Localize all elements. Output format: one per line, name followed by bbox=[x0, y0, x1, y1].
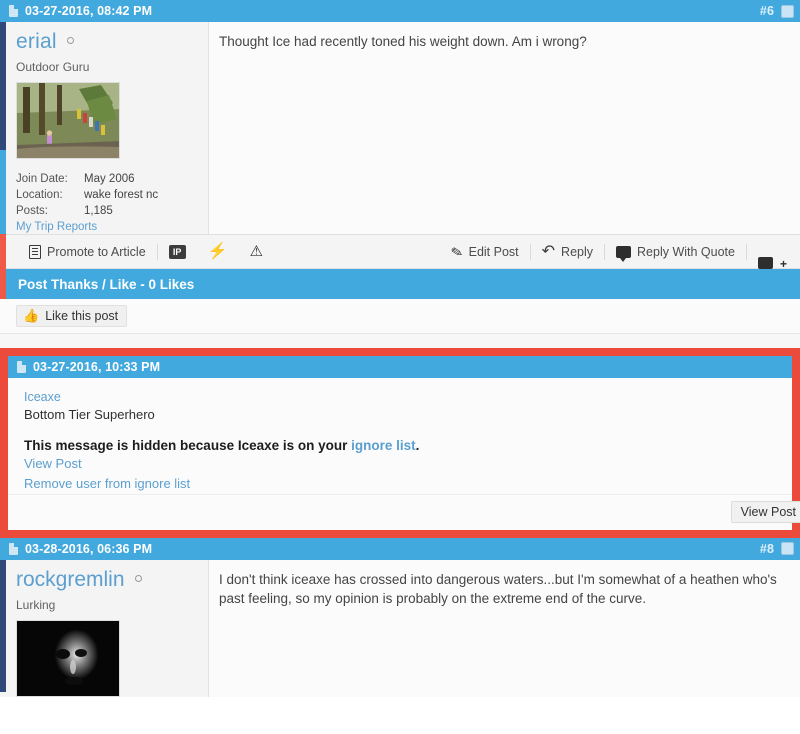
stat-key: Posts: bbox=[16, 205, 48, 218]
post-body-8: rockgremlin Lurking I don't think iceaxe… bbox=[0, 559, 800, 697]
stat-key: Join Date: bbox=[16, 173, 68, 186]
post-number[interactable]: #8 bbox=[760, 542, 774, 556]
post-body-6: erial Outdoor Guru Join Date: May 2006 L… bbox=[0, 22, 800, 234]
avatar[interactable] bbox=[16, 619, 120, 697]
user-rank: Lurking bbox=[16, 597, 56, 612]
lightning-bolt-icon: ⚡ bbox=[207, 242, 228, 260]
ignored-message-suffix: . bbox=[415, 437, 420, 453]
ip-icon: IP bbox=[168, 244, 186, 259]
reply-with-quote-button[interactable]: Reply With Quote bbox=[605, 234, 746, 269]
post-document-icon bbox=[9, 542, 18, 555]
avatar-image bbox=[17, 83, 119, 159]
stat-value: wake forest nc bbox=[84, 189, 159, 202]
forum-thread-page: 03-27-2016, 08:42 PM #6 erial Outdoor Gu… bbox=[0, 0, 800, 734]
remove-user-from-ignore-list-link[interactable]: Remove user from ignore list bbox=[24, 474, 792, 494]
my-trip-reports-link[interactable]: My Trip Reports bbox=[16, 221, 208, 233]
post-header-ignored: 03-27-2016, 10:33 PM bbox=[8, 356, 792, 378]
post-select-checkbox[interactable] bbox=[781, 4, 794, 18]
user-panel-navy-stripe bbox=[0, 22, 6, 150]
reply-with-quote-label: Reply With Quote bbox=[637, 244, 735, 259]
ignored-user-info: Iceaxe Bottom Tier Superhero bbox=[8, 378, 792, 424]
post-document-icon bbox=[9, 5, 18, 17]
stat-row: Posts: 1,185 bbox=[16, 203, 208, 219]
stat-row: Join Date: May 2006 bbox=[16, 171, 208, 187]
pencil-icon: ✎ bbox=[449, 242, 465, 261]
like-this-post-button[interactable]: 👍 Like this post bbox=[16, 305, 128, 327]
ignore-list-link[interactable]: ignore list bbox=[351, 438, 416, 453]
promote-to-article-button[interactable]: Promote to Article bbox=[18, 234, 157, 269]
likes-accent-stripe bbox=[0, 269, 6, 299]
like-this-post-label: Like this post bbox=[45, 309, 119, 323]
stat-row: Location: wake forest nc bbox=[16, 187, 208, 203]
ignored-actions: View Post Remove user from ignore list bbox=[8, 453, 792, 494]
username-link[interactable]: Iceaxe bbox=[24, 390, 61, 404]
post-thanks-header: Post Thanks / Like - 0 Likes bbox=[0, 269, 800, 299]
post-user-panel: rockgremlin Lurking bbox=[0, 559, 209, 697]
post-header-8: 03-28-2016, 06:36 PM #8 bbox=[0, 537, 800, 560]
view-post-button[interactable]: View Post bbox=[730, 501, 800, 524]
warning-triangle-icon: ⚠ bbox=[249, 243, 264, 260]
stat-value: 1,185 bbox=[84, 205, 113, 218]
stat-key: Location: bbox=[16, 189, 63, 202]
avatar-image bbox=[17, 620, 119, 696]
user-rank: Outdoor Guru bbox=[16, 60, 90, 75]
user-stats: Join Date: May 2006 Location: wake fores… bbox=[16, 171, 208, 233]
ignored-post-inner: 03-27-2016, 10:33 PM Iceaxe Bottom Tier … bbox=[8, 356, 800, 530]
post-document-icon bbox=[17, 361, 26, 373]
avatar[interactable] bbox=[16, 82, 120, 160]
online-status-icon bbox=[67, 37, 75, 44]
user-panel-blue-stripe bbox=[0, 150, 6, 234]
post-thanks-label: Post Thanks / Like - 0 Likes bbox=[18, 276, 195, 292]
post-user-panel: erial Outdoor Guru Join Date: May 2006 L… bbox=[0, 22, 209, 234]
online-status-icon bbox=[134, 574, 142, 582]
post-date: 03-28-2016, 06:36 PM bbox=[25, 541, 153, 556]
post-container-6: 03-27-2016, 08:42 PM #6 erial Outdoor Gu… bbox=[0, 0, 800, 334]
plus-glyph: + bbox=[779, 257, 787, 271]
post-select-checkbox[interactable] bbox=[781, 542, 794, 556]
post-date: 03-27-2016, 08:42 PM bbox=[25, 4, 153, 18]
post-message-6: Thought Ice had recently toned his weigh… bbox=[209, 22, 800, 234]
ignored-message: This message is hidden because Iceaxe is… bbox=[8, 424, 792, 453]
ip-button[interactable]: IP bbox=[158, 234, 197, 269]
user-rank: Bottom Tier Superhero bbox=[24, 407, 155, 422]
reply-button[interactable]: ↶ Reply bbox=[531, 234, 604, 269]
multi-quote-button[interactable]: + bbox=[747, 234, 798, 273]
post-container-8: 03-28-2016, 06:36 PM #8 rockgremlin Lurk… bbox=[0, 537, 800, 697]
user-panel-navy-stripe bbox=[0, 559, 6, 692]
toolbar-accent-stripe bbox=[0, 234, 6, 271]
lightning-button[interactable]: ⚡ bbox=[197, 234, 239, 269]
username-link[interactable]: erial bbox=[16, 30, 57, 53]
ignored-post-footer: View Post bbox=[8, 493, 800, 530]
promote-to-article-label: Promote to Article bbox=[47, 244, 146, 259]
post-number[interactable]: #6 bbox=[760, 4, 774, 18]
post-toolbar: Promote to Article IP ⚡ ⚠ ✎ Edit Post ↶ … bbox=[0, 234, 800, 273]
post-date: 03-27-2016, 10:33 PM bbox=[33, 360, 161, 374]
stat-value: May 2006 bbox=[84, 173, 135, 186]
quote-plus-icon bbox=[757, 257, 773, 273]
post-message-8: I don't think iceaxe has crossed into da… bbox=[209, 559, 800, 697]
reply-arrow-icon: ↶ bbox=[541, 242, 556, 260]
post-header-6: 03-27-2016, 08:42 PM #6 bbox=[0, 0, 800, 22]
toolbar-left-group: Promote to Article IP ⚡ ⚠ bbox=[18, 234, 274, 269]
post-container-ignored: 03-27-2016, 10:33 PM Iceaxe Bottom Tier … bbox=[0, 348, 800, 538]
report-button[interactable]: ⚠ bbox=[239, 234, 274, 269]
document-icon bbox=[29, 244, 41, 259]
post-spacer bbox=[0, 334, 800, 348]
reply-label: Reply bbox=[561, 244, 594, 259]
thumbs-up-icon: 👍 bbox=[23, 308, 40, 323]
ignored-message-prefix: This message is hidden because Iceaxe is… bbox=[24, 437, 352, 453]
edit-post-button[interactable]: ✎ Edit Post bbox=[440, 234, 530, 269]
view-post-link[interactable]: View Post bbox=[24, 454, 792, 474]
edit-post-label: Edit Post bbox=[468, 244, 519, 259]
username-link[interactable]: rockgremlin bbox=[16, 568, 125, 591]
post-thanks-body: 👍 Like this post bbox=[0, 299, 800, 334]
quote-icon bbox=[616, 245, 632, 262]
toolbar-right-group: ✎ Edit Post ↶ Reply Reply With Quote + bbox=[440, 234, 798, 273]
